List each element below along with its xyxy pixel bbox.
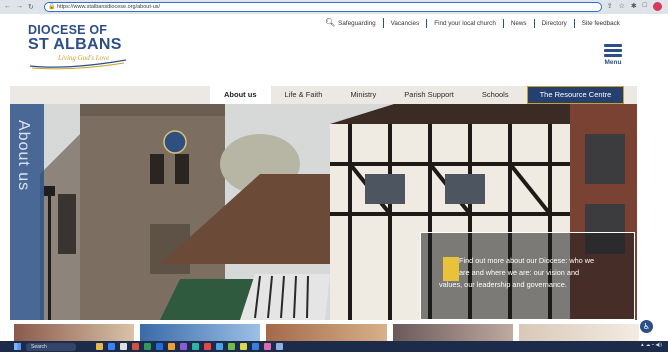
logo-line2: ST ALBANS — [28, 36, 122, 53]
side-label-text: About us — [15, 120, 32, 192]
accessibility-icon[interactable]: ♿︎ — [640, 320, 653, 333]
thumbnail[interactable] — [140, 324, 261, 341]
site-logo[interactable]: DIOCESE OF ST ALBANS Living God's Love — [28, 24, 128, 70]
thumbnail[interactable] — [518, 324, 640, 341]
back-icon[interactable]: ← — [4, 3, 11, 11]
reload-icon[interactable]: ↻ — [28, 3, 34, 11]
app-icon[interactable] — [132, 343, 139, 350]
app-icon[interactable] — [168, 343, 175, 350]
info-line2: are and where we are: our vision and — [459, 268, 580, 277]
menu-label: Menu — [604, 59, 622, 66]
topnav-directory[interactable]: Directory — [535, 18, 575, 28]
hamburger-icon — [604, 44, 622, 47]
thumbnail[interactable] — [392, 324, 513, 341]
tab-schools[interactable]: Schools — [468, 86, 523, 104]
utility-nav: 🔍︎ Safeguarding Vacancies Find your local… — [318, 17, 627, 29]
app-icon[interactable] — [216, 343, 223, 350]
topnav-news[interactable]: News — [504, 18, 535, 28]
app-icon[interactable] — [120, 343, 127, 350]
tab-about-us[interactable]: About us — [210, 86, 271, 104]
app-icon[interactable] — [240, 343, 247, 350]
system-tray[interactable]: ▲ ☁ ⌁ ◀)) — [640, 342, 662, 347]
app-icon[interactable] — [264, 343, 271, 350]
url-text: https://www.stalbansdiocese.org/about-us… — [57, 4, 161, 10]
address-bar[interactable]: 🔒 https://www.stalbansdiocese.org/about-… — [44, 2, 602, 12]
browser-nav: ← → ↻ — [4, 3, 44, 11]
thumbnail[interactable] — [14, 324, 135, 341]
app-icon[interactable] — [276, 343, 283, 350]
topnav-safeguarding[interactable]: 🔍︎ Safeguarding — [318, 18, 384, 28]
star-icon[interactable]: ☆ — [619, 2, 625, 11]
info-line3: values, our leadership and governance. — [439, 280, 567, 289]
app-icon[interactable] — [180, 343, 187, 350]
window-icon[interactable]: □ — [643, 2, 647, 11]
app-icon[interactable] — [96, 343, 103, 350]
extensions-icon[interactable]: ✱ — [631, 2, 637, 11]
menu-button[interactable]: Menu — [601, 44, 625, 66]
browser-toolbar: ← → ↻ 🔒 https://www.stalbansdiocese.org/… — [0, 0, 668, 14]
app-icon[interactable] — [228, 343, 235, 350]
thumbnail-strip — [14, 324, 640, 341]
os-taskbar: Search ▲ ☁ ⌁ ◀)) — [0, 341, 668, 352]
main-nav: About us Life & Faith Ministry Parish Su… — [10, 86, 637, 104]
thumbnail[interactable] — [266, 324, 387, 341]
taskbar-apps — [96, 343, 283, 350]
hero-info-box[interactable]: Find out more about our Diocese: who we … — [420, 232, 635, 320]
tab-parish-support[interactable]: Parish Support — [390, 86, 468, 104]
search-icon[interactable]: 🔍︎ — [325, 18, 335, 27]
hamburger-bar — [604, 49, 622, 52]
app-icon[interactable] — [144, 343, 151, 350]
app-icon[interactable] — [192, 343, 199, 350]
topnav-find-church[interactable]: Find your local church — [427, 18, 504, 28]
logo-swoosh-icon — [29, 59, 127, 70]
tab-ministry[interactable]: Ministry — [336, 86, 390, 104]
app-icon[interactable] — [252, 343, 259, 350]
topnav-site-feedback[interactable]: Site feedback — [575, 19, 627, 28]
lock-icon: 🔒 — [48, 4, 56, 10]
browser-actions: ⇪ ☆ ✱ □ — [607, 2, 662, 11]
about-us-side-label: About us — [10, 104, 44, 320]
app-icon[interactable] — [108, 343, 115, 350]
tab-life-faith[interactable]: Life & Faith — [271, 86, 337, 104]
windows-start-icon[interactable] — [14, 343, 21, 350]
profile-avatar[interactable] — [653, 2, 662, 11]
app-icon[interactable] — [204, 343, 211, 350]
tab-resource-centre[interactable]: The Resource Centre — [526, 86, 625, 104]
forward-icon[interactable]: → — [16, 3, 23, 11]
taskbar-search[interactable]: Search — [26, 342, 76, 351]
tray-icons: ▲ ☁ ⌁ ◀)) — [640, 342, 662, 347]
hamburger-bar — [604, 54, 622, 57]
app-icon[interactable] — [156, 343, 163, 350]
topnav-vacancies[interactable]: Vacancies — [384, 18, 428, 28]
info-line1: Find out more about our Diocese: who we — [459, 256, 595, 265]
share-icon[interactable]: ⇪ — [607, 2, 613, 11]
